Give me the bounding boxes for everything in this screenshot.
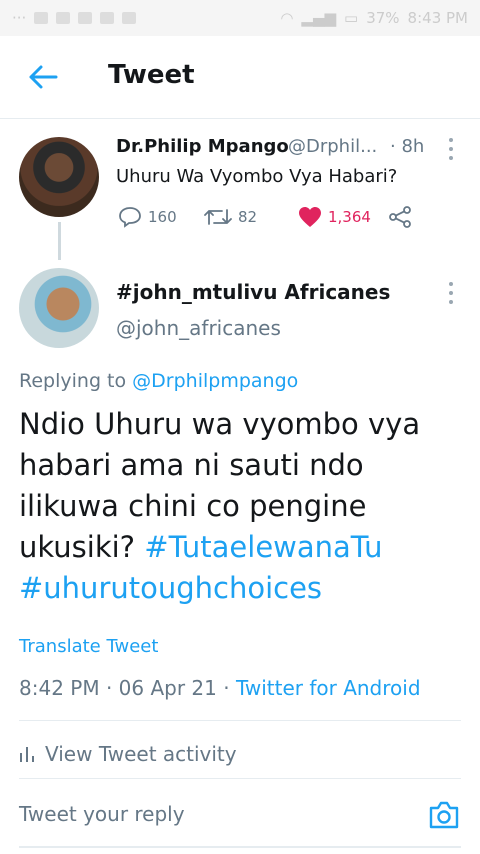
battery-percent: 37% bbox=[366, 9, 400, 27]
original-author-name[interactable]: Dr.Philip Mpango bbox=[116, 136, 289, 157]
view-tweet-activity-label: View Tweet activity bbox=[45, 742, 237, 766]
reply-tweet-text: Ndio Uhuru wa vyombo vya habari ama ni s… bbox=[19, 404, 459, 609]
status-bar: ··· ◠ ▂▄▆ ▭ 37% 8:43 PM bbox=[0, 0, 480, 36]
reply-action[interactable]: 160 bbox=[118, 206, 177, 228]
replying-to-line: Replying to @Drphilpmpango bbox=[19, 370, 298, 392]
like-count: 1,364 bbox=[328, 208, 371, 226]
page-title: Tweet bbox=[108, 60, 195, 90]
clock: 8:43 PM bbox=[407, 9, 468, 27]
share-icon bbox=[389, 206, 411, 228]
share-action[interactable] bbox=[388, 206, 412, 228]
avatar-original-author[interactable] bbox=[19, 137, 99, 217]
heart-icon bbox=[299, 207, 321, 227]
vpn-notification-icon bbox=[78, 12, 93, 24]
retweet-count: 82 bbox=[238, 208, 258, 226]
divider bbox=[19, 846, 461, 848]
reply-count: 160 bbox=[148, 208, 177, 226]
hashtag-link[interactable]: #TutaelewanaTu bbox=[144, 530, 382, 564]
signal-icon: ▂▄▆ bbox=[301, 9, 337, 27]
original-tweet-more-icon[interactable] bbox=[448, 138, 454, 160]
gallery-notification-icon bbox=[56, 12, 71, 24]
tweet-timestamp: 8:42 PM · 06 Apr 21 · bbox=[19, 676, 236, 700]
tweet-source-link[interactable]: Twitter for Android bbox=[236, 676, 421, 700]
twitter-notification-icon bbox=[34, 12, 49, 24]
more-notifications-icon: ··· bbox=[12, 9, 27, 27]
reply-icon bbox=[119, 207, 141, 228]
battery-icon: ▭ bbox=[344, 9, 359, 27]
system-icons: ◠ ▂▄▆ ▭ 37% 8:43 PM bbox=[280, 9, 468, 27]
activity-bars-icon bbox=[20, 747, 34, 762]
divider bbox=[19, 778, 461, 779]
like-action[interactable]: 1,364 bbox=[298, 206, 371, 228]
retweet-action[interactable]: 82 bbox=[204, 206, 257, 228]
app-header: Tweet bbox=[0, 36, 480, 119]
view-tweet-activity-button[interactable]: View Tweet activity bbox=[19, 742, 237, 766]
reply-input[interactable]: Tweet your reply bbox=[19, 802, 185, 826]
translate-tweet-link[interactable]: Translate Tweet bbox=[19, 636, 158, 657]
headset-icon: ◠ bbox=[280, 9, 294, 27]
reply-tweet-more-icon[interactable] bbox=[448, 282, 454, 304]
original-author-handle: @Drphil... bbox=[288, 136, 378, 157]
camera-icon[interactable] bbox=[428, 800, 460, 830]
hashtag-link[interactable]: #uhurutoughchoices bbox=[19, 571, 322, 605]
replying-to-prefix: Replying to bbox=[19, 370, 133, 392]
avatar-reply-author[interactable] bbox=[19, 268, 99, 348]
back-arrow-icon[interactable] bbox=[28, 64, 58, 90]
original-tweet-text: Uhuru Wa Vyombo Vya Habari? bbox=[116, 166, 398, 187]
retweet-icon bbox=[204, 209, 232, 225]
original-tweet-time: · 8h bbox=[390, 136, 425, 157]
instagram-notification-icon bbox=[100, 12, 115, 24]
replying-to-handle-link[interactable]: @Drphilpmpango bbox=[132, 370, 298, 392]
tweet-metadata: 8:42 PM · 06 Apr 21 · Twitter for Androi… bbox=[19, 676, 421, 700]
notification-icons: ··· bbox=[12, 9, 137, 27]
reply-author-handle: @john_africanes bbox=[116, 316, 281, 340]
whatsapp-notification-icon bbox=[122, 12, 137, 24]
reply-author-name[interactable]: #john_mtulivu Africanes bbox=[116, 280, 390, 304]
thread-connector bbox=[58, 222, 61, 260]
divider bbox=[19, 720, 461, 721]
